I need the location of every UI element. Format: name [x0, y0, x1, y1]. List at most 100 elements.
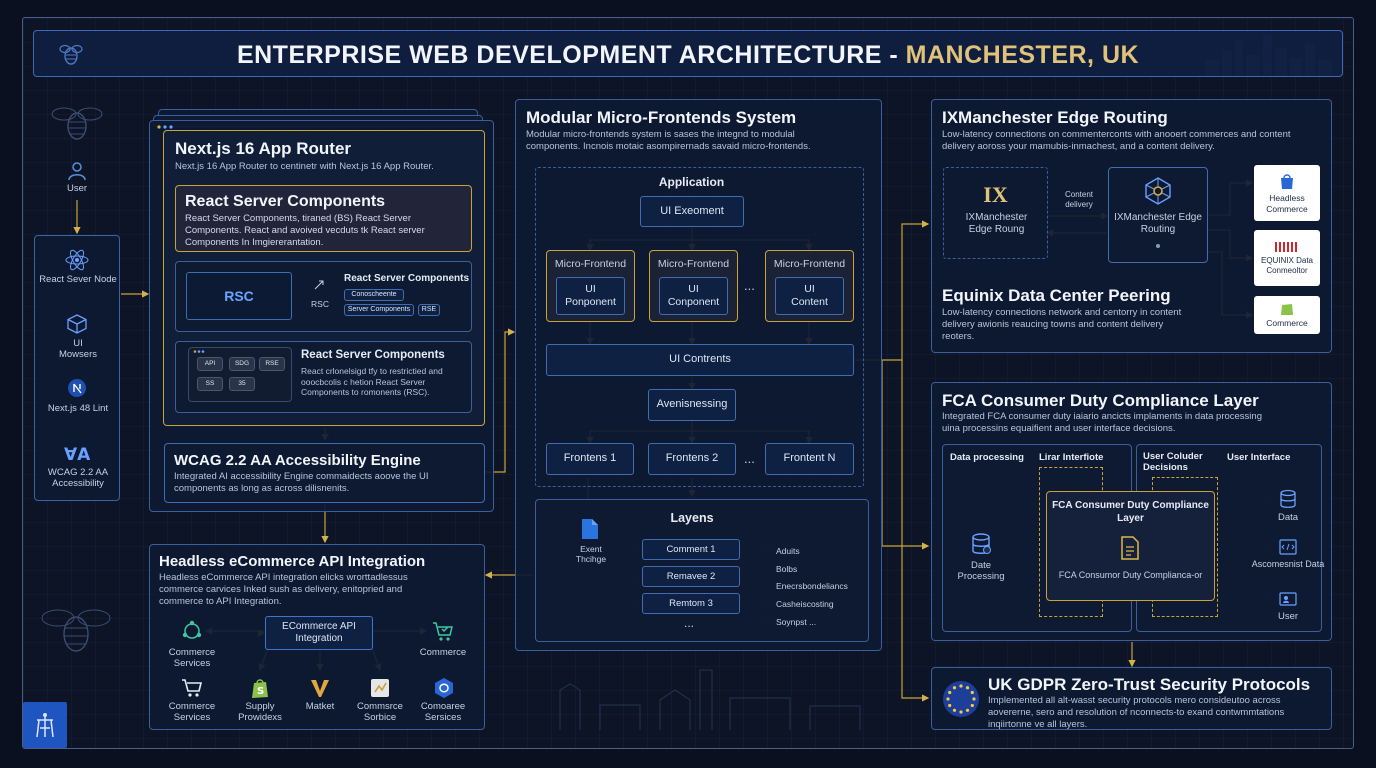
application-label: Application [658, 175, 725, 189]
commerce-label: Commerce [419, 647, 467, 658]
rsc-diagram-title: React Server Components [344, 273, 470, 284]
nextjs-icon [66, 377, 88, 399]
hub-dot [1156, 244, 1160, 248]
keyboard-graphic: API SDG RSE SS 35 [188, 347, 292, 402]
wcag-engine-card: WCAG 2.2 AA Accessibility Engine Integra… [164, 443, 485, 503]
micro-frontend-card[interactable]: Micro-Frontend UI Content [765, 250, 854, 322]
edge-hub-node[interactable]: IXManchester Edge Routing [1108, 167, 1208, 263]
micro-frontend-label: Micro-Frontend [554, 258, 627, 270]
fca-output-label: Data [1277, 512, 1299, 523]
edge-title: IXManchester Edge Routing [942, 108, 1168, 127]
edge-hub-label: IXManchester Edge Routing [1114, 212, 1202, 235]
rsc-tag[interactable]: Server Components [344, 304, 414, 316]
title-main: ENTERPRISE WEB DEVELOPMENT ARCHITECTURE … [236, 41, 906, 69]
partner-commerce[interactable]: Commerce [1254, 296, 1320, 334]
ix-node[interactable]: IX IXManchester Edge Roung [943, 167, 1048, 259]
avenisnessing-node[interactable]: Avenisnessing [648, 389, 736, 421]
ix-logo: IX [983, 182, 1008, 207]
sidebar-item-wcag[interactable]: WCAG 2.2 AA Accessibility [39, 467, 117, 490]
sidebar-item-react-server[interactable]: React Sever Node [39, 274, 117, 285]
fca-center-title: FCA Consumer Duty Compliance Layer [1052, 500, 1209, 524]
cart-check-icon [430, 619, 456, 643]
accessibility-icon: ⱯA [64, 442, 90, 464]
rsc-tag[interactable]: Conoscheente [344, 289, 404, 301]
ecommerce-desc: Headless eCommerce API integration elick… [159, 572, 408, 607]
layer-output: Soynpst ... [776, 617, 817, 627]
key-rse[interactable]: RSE [259, 357, 285, 371]
partner-equinix[interactable]: EQUINIX Data Conmeoltor [1254, 230, 1320, 286]
rsc-diagram-card: RSC RSC React Server Components Conosche… [175, 261, 472, 332]
rsc-card: React Server Components React Server Com… [175, 185, 472, 252]
rsc-node[interactable]: RSC [186, 272, 292, 320]
link-icon [312, 278, 326, 292]
nextjs-app-router-card: Next.js 16 App Router Next.js 16 App Rou… [163, 130, 485, 426]
file-icon [578, 516, 602, 542]
rsc-arrow-label: RSC [311, 299, 329, 309]
edge-desc: Low-latency connections on commentercont… [942, 129, 1291, 152]
key-api[interactable]: API [197, 357, 223, 371]
header-bar: ENTERPRISE WEB DEVELOPMENT ARCHITECTURE … [33, 30, 1343, 77]
mfe-title: Modular Micro-Frontends System [526, 108, 797, 127]
svg-text:ⱯA: ⱯA [64, 445, 90, 463]
key-sdg[interactable]: SDG [229, 357, 255, 371]
wcag-desc: Integrated AI accessibility Engine comma… [174, 471, 429, 494]
fca-title: FCA Consumer Duty Compliance Layer [942, 391, 1259, 410]
layer-node[interactable]: Remtom 3 [642, 593, 740, 614]
partner-headless-commerce[interactable]: Headless Commerce [1254, 165, 1320, 221]
frontend-node[interactable]: Frontens 2 [648, 443, 736, 475]
bee-icon [50, 100, 104, 144]
equinix-title: Equinix Data Center Peering [942, 286, 1171, 305]
ui-contrents-bar[interactable]: UI Contrents [546, 344, 854, 376]
fca-center-sub: FCA Consumor Duty Complianca-or [1058, 570, 1203, 580]
sidebar-item-nextjs[interactable]: Next.js 48 Lint [47, 403, 109, 414]
commerce-service-icon [368, 676, 392, 700]
shopify-icon [1281, 304, 1293, 316]
code-icon [1278, 537, 1298, 557]
layers-card: Layens Exent Thcihge Comment 1 Remavee 2… [535, 499, 869, 642]
svg-text:S: S [257, 686, 264, 697]
fca-output-label: Ascomesnist Data [1251, 559, 1325, 569]
micro-frontend-card[interactable]: Micro-Frontend UI Ponponent [546, 250, 635, 322]
atom-icon [64, 248, 90, 272]
sidebar-user-label: User [66, 183, 88, 194]
ui-exeoment-node[interactable]: UI Exeoment [640, 196, 744, 227]
ecommerce-panel: Headless eCommerce API Integration Headl… [149, 544, 485, 730]
fca-col-decisions: User Coluder Decisions [1143, 451, 1203, 473]
ellipsis: ... [684, 616, 695, 630]
bee-icon [40, 600, 112, 658]
rsc-tag[interactable]: RSE [418, 304, 440, 316]
mfe-desc: Modular micro-frontends system is sases … [526, 129, 811, 152]
ecommerce-api-hub[interactable]: ECommerce API Integration [265, 616, 373, 650]
fca-desc: Integrated FCA consumer duty iaiario anc… [942, 411, 1262, 434]
fca-col-interface: Lirar Interfiote [1039, 452, 1104, 463]
micro-frontend-inner[interactable]: UI Content [775, 277, 844, 315]
micro-frontend-card[interactable]: Micro-Frontend UI Conponent [649, 250, 738, 322]
sidebar-item-ui-mowsers[interactable]: UI Mowsers [53, 338, 103, 361]
key-35[interactable]: 35 [229, 377, 255, 391]
frontend-node[interactable]: Frontent N [765, 443, 854, 475]
micro-frontend-inner[interactable]: UI Conponent [659, 277, 728, 315]
manchester-logo-icon [23, 702, 67, 748]
layer-node[interactable]: Comment 1 [642, 539, 740, 560]
document-icon [1118, 534, 1142, 562]
content-delivery-label: Content delivery [1064, 190, 1094, 209]
database-icon [1278, 488, 1298, 510]
eu-flag-icon [942, 680, 980, 718]
layer-output: Enecrsbondeliancs [776, 581, 848, 591]
micro-frontend-inner[interactable]: UI Ponponent [556, 277, 625, 315]
rsc-desc: React Server Components, tiraned (BS) Re… [185, 213, 425, 248]
commerce-services-icon [180, 619, 204, 643]
user-icon [66, 160, 88, 182]
shopify-icon: S [248, 676, 272, 700]
frontend-node[interactable]: Frontens 1 [546, 443, 634, 475]
equinix-icon [1275, 241, 1297, 252]
nextjs-title: Next.js 16 App Router [175, 139, 352, 158]
layer-node[interactable]: Remavee 2 [642, 566, 740, 587]
fca-col-data-processing: Data processing [950, 452, 1024, 463]
partner-label: EQUINIX Data Conmeoltor [1260, 255, 1313, 275]
key-ss[interactable]: SS [197, 377, 223, 391]
fca-center-card[interactable]: FCA Consumer Duty Compliance Layer FCA C… [1046, 491, 1215, 601]
rsc-title: React Server Components [185, 193, 386, 210]
partner-label: Commerce [1266, 318, 1308, 329]
rsc-api-card: API SDG RSE SS 35 React Server Component… [175, 341, 472, 413]
